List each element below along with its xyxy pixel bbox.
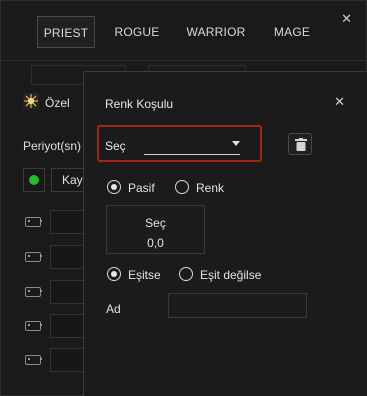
toggle-checkbox[interactable] xyxy=(23,168,45,192)
app-window: PRIEST ROGUE WARRIOR MAGE ✕ Özel Periyot… xyxy=(0,0,367,396)
sparkle-icon xyxy=(23,93,39,109)
not-equal-label: Eşit değilse xyxy=(200,268,262,282)
keyboard-icon xyxy=(25,252,42,262)
dialog-title: Renk Koşulu xyxy=(105,97,174,111)
keyboard-icon xyxy=(25,355,42,365)
color-condition-dialog: Renk Koşulu ✕ Seç Pasif Renk Seç 0,0 Eşi… xyxy=(83,71,367,396)
chevron-down-icon[interactable] xyxy=(232,141,240,146)
tab-mage[interactable]: MAGE xyxy=(266,16,318,48)
keyboard-icon xyxy=(25,217,42,227)
delete-button[interactable] xyxy=(288,133,312,155)
tab-warrior[interactable]: WARRIOR xyxy=(181,16,251,48)
value-box-label: Seç xyxy=(145,216,166,230)
value-box-value: 0,0 xyxy=(147,236,164,250)
close-icon[interactable]: ✕ xyxy=(341,11,352,27)
tab-rogue[interactable]: ROGUE xyxy=(109,16,165,48)
special-label: Özel xyxy=(45,96,70,110)
name-input[interactable] xyxy=(168,293,307,318)
equal-radio[interactable] xyxy=(107,267,121,281)
name-label: Ad xyxy=(106,302,121,316)
mode-color-radio[interactable] xyxy=(175,180,189,194)
keyboard-icon xyxy=(25,287,42,297)
mode-passive-label: Pasif xyxy=(128,181,155,195)
select-dropdown[interactable] xyxy=(144,154,240,155)
status-dot xyxy=(29,175,39,185)
keyboard-icon xyxy=(25,321,42,331)
value-box[interactable]: Seç 0,0 xyxy=(106,205,205,254)
mode-passive-radio[interactable] xyxy=(107,180,121,194)
tab-priest[interactable]: PRIEST xyxy=(37,16,95,48)
select-label: Seç xyxy=(105,139,126,153)
not-equal-radio[interactable] xyxy=(179,267,193,281)
close-icon[interactable]: ✕ xyxy=(334,94,345,110)
trash-icon xyxy=(295,138,307,151)
class-tab-bar: PRIEST ROGUE WARRIOR MAGE ✕ xyxy=(1,1,366,61)
period-label: Periyot(sn) xyxy=(23,139,82,153)
mode-color-label: Renk xyxy=(196,181,225,195)
equal-label: Eşitse xyxy=(128,268,161,282)
